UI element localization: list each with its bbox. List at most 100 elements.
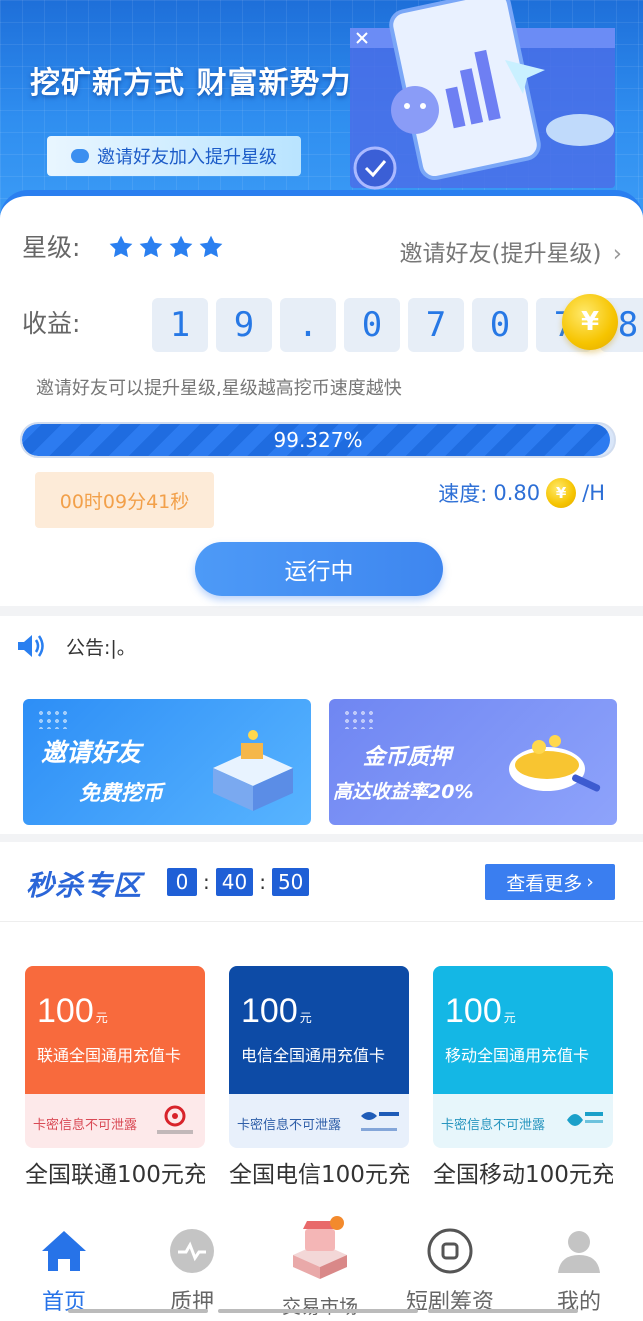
mining-machine-icon <box>213 730 293 811</box>
tab-home[interactable]: 首页 <box>0 1212 128 1321</box>
notice-text: |。 <box>110 636 136 659</box>
view-more-button[interactable]: 查看更多 › <box>485 864 615 900</box>
running-button[interactable]: 运行中 <box>195 542 443 596</box>
product-card-face: 100 元 电信全国通用充值卡 <box>229 966 409 1094</box>
star-level-row: 星级: 邀请好友(提升星级) › <box>22 228 622 268</box>
product-card-footer: 卡密信息不可泄露 <box>25 1094 205 1148</box>
promo-section: 邀请好友 免费挖币 金币质押 高达收益率20% <box>0 676 643 834</box>
card-title: 电信全国通用充值卡 <box>241 1046 386 1065</box>
dots-pattern <box>343 709 373 729</box>
amount-unit: 元 <box>503 1011 516 1025</box>
promo-line1: 邀请好友 <box>41 738 142 767</box>
pill-dot-icon <box>71 149 89 163</box>
tab-profile[interactable]: 我的 <box>515 1212 643 1321</box>
pulse-icon <box>167 1226 217 1276</box>
tab-divider <box>218 1309 418 1313</box>
invite-friends-link[interactable]: 邀请好友(提升星级) › <box>400 234 622 268</box>
product-name: 全国移动100元充值卡 <box>433 1162 613 1188</box>
card-title: 联通全国通用充值卡 <box>37 1046 182 1065</box>
speaker-icon <box>18 635 44 657</box>
speed-unit: /H <box>582 481 605 505</box>
phone-illustration-icon <box>350 0 615 190</box>
tab-divider <box>68 1309 208 1313</box>
product-name: 全国联通100元充值卡 <box>25 1162 205 1188</box>
card-amount: 100 元 <box>241 992 312 1031</box>
earnings-label: 收益: <box>22 309 81 338</box>
earnings-row: 收益: 1 9 . 0 7 0 7 8 ¥ <box>22 294 643 356</box>
product-card-mobile[interactable]: 100元 移动全国通用充值卡 卡密信息不可泄露 全国移动100元充值卡 <box>433 966 613 1190</box>
tab-divider <box>428 1309 578 1313</box>
amount-unit: 元 <box>95 1011 108 1025</box>
countdown-hours: 0 <box>167 868 197 896</box>
flash-sale-title: 秒杀专区 <box>26 869 143 902</box>
coin-bowl-icon <box>509 735 601 792</box>
banner-title: 挖矿新方式 财富新势力 <box>30 66 352 101</box>
notice-label: 公告: <box>66 636 111 659</box>
promo-line2: 免费挖币 <box>79 781 163 805</box>
star-icon <box>199 235 223 258</box>
banner-pill-text: 邀请好友加入提升星级 <box>97 147 277 168</box>
product-list: 100元 联通全国通用充值卡 卡密信息不可泄露 全国联通100元充值卡 100元… <box>0 922 643 1212</box>
countdown-seconds: 50 <box>271 868 310 896</box>
chevron-right-icon: › <box>612 241 622 267</box>
banner-invite-pill[interactable]: 邀请好友加入提升星级 <box>47 136 301 176</box>
invite-link-text: 邀请好友(提升星级) <box>399 241 602 267</box>
bottom-tab-bar: 首页 质押 交易市场 短剧筹资 我的 <box>0 1212 643 1321</box>
mining-description: 邀请好友可以提升星级,星级越高挖币速度越快 <box>36 378 402 399</box>
notice-bar[interactable]: 公告: |。 <box>0 616 643 676</box>
product-card-telecom[interactable]: 100元 电信全国通用充值卡 卡密信息不可泄露 全国电信100元充值卡 <box>229 966 409 1190</box>
earnings-digit: 0 <box>472 298 528 352</box>
promo-line1: 金币质押 <box>363 745 452 770</box>
earnings-digit: 0 <box>344 298 400 352</box>
dots-pattern <box>37 709 67 729</box>
coin-icon: ¥ <box>546 478 577 508</box>
amount-value: 100 <box>37 992 94 1030</box>
product-name: 全国电信100元充值卡 <box>229 1162 409 1188</box>
market-icon <box>285 1214 355 1282</box>
countdown-minutes: 40 <box>215 868 254 896</box>
star-icon <box>109 235 133 258</box>
mining-progress-bar: 99.327% <box>20 422 616 458</box>
flash-countdown: 0 : 40 : 50 <box>167 868 310 896</box>
earnings-digit: . <box>280 298 336 352</box>
amount-value: 100 <box>241 992 298 1030</box>
invite-promo-banner[interactable]: 邀请好友 免费挖币 <box>23 699 311 825</box>
progress-text: 99.327% <box>273 428 363 452</box>
stop-circle-icon <box>425 1226 475 1276</box>
product-card-face: 100 元 联通全国通用充值卡 <box>25 966 205 1094</box>
chevron-right-icon: › <box>586 871 594 893</box>
amount-unit: 元 <box>299 1011 312 1025</box>
tab-label: 交易市场 <box>281 1296 358 1318</box>
promo-line2: 高达收益率20% <box>333 781 474 803</box>
tab-staking[interactable]: 质押 <box>128 1212 256 1321</box>
top-banner[interactable]: 挖矿新方式 财富新势力 邀请好友加入提升星级 <box>0 0 643 215</box>
star-rating <box>108 234 224 260</box>
china-telecom-logo-icon <box>361 1112 399 1131</box>
card-warning: 卡密信息不可泄露 <box>441 1118 546 1133</box>
card-amount: 100 元 <box>37 992 108 1031</box>
mining-card: 星级: 邀请好友(提升星级) › 收益: 1 9 . 0 7 0 7 8 ¥ 邀… <box>0 190 643 606</box>
product-card-footer: 卡密信息不可泄露 <box>433 1094 613 1148</box>
tab-drama-funding[interactable]: 短剧筹资 <box>386 1212 514 1321</box>
product-card-unicom[interactable]: 100元 联通全国通用充值卡 卡密信息不可泄露 全国联通100元充值卡 <box>25 966 205 1190</box>
countdown-separator: : <box>259 870 266 894</box>
product-card-footer: 卡密信息不可泄露 <box>229 1094 409 1148</box>
china-mobile-logo-icon <box>567 1112 603 1126</box>
coin-staking-promo-banner[interactable]: 金币质押 高达收益率20% <box>329 699 617 825</box>
card-title: 移动全国通用充值卡 <box>445 1046 590 1065</box>
user-icon <box>554 1226 604 1276</box>
mining-speed: 速度: 0.80 ¥ /H <box>438 478 605 508</box>
home-icon <box>39 1226 89 1276</box>
view-more-label: 查看更多 <box>506 872 583 895</box>
earnings-digit: 9 <box>216 298 272 352</box>
yuan-coin-icon: ¥ <box>562 294 618 350</box>
star-icon <box>139 235 163 258</box>
amount-value: 100 <box>445 992 502 1030</box>
product-card-face: 100 元 移动全国通用充值卡 <box>433 966 613 1094</box>
star-icon <box>169 235 193 258</box>
tab-market[interactable]: 交易市场 <box>256 1212 384 1321</box>
speed-value: 0.80 <box>493 481 541 505</box>
star-label: 星级: <box>22 233 81 262</box>
card-amount: 100 元 <box>445 992 516 1031</box>
flash-sale-header: 秒杀专区 0 : 40 : 50 查看更多 › <box>0 842 643 922</box>
